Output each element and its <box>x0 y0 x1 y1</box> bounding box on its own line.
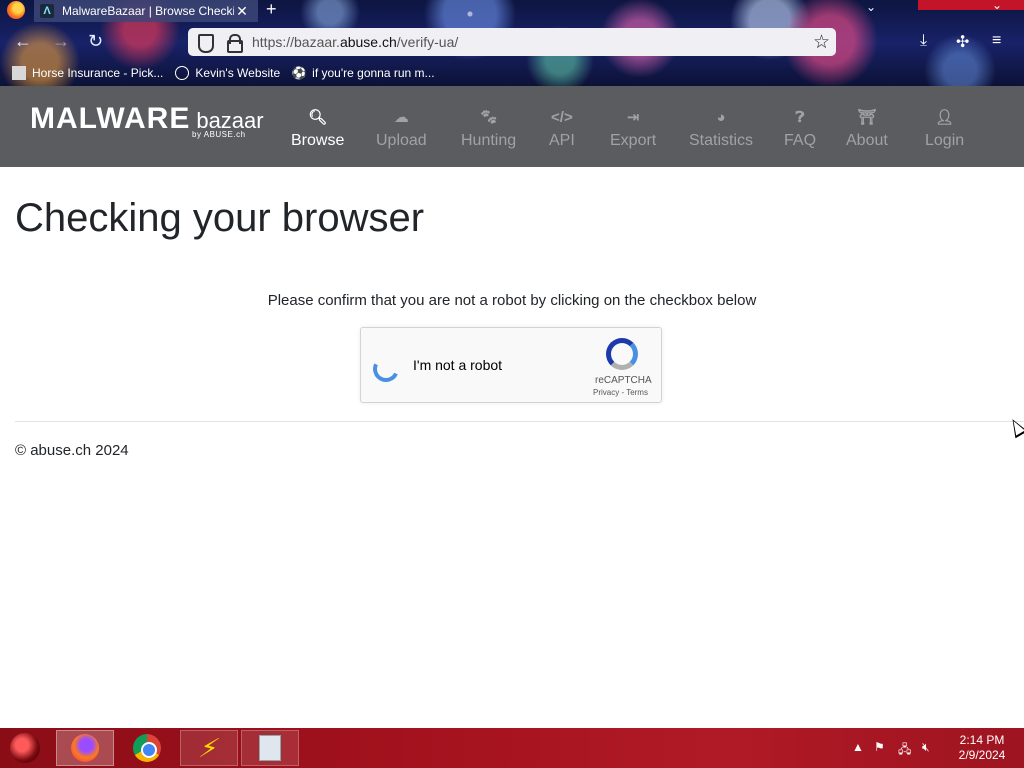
bookmark-if-youre-gonna-run[interactable]: ⚽ if you're gonna run m... <box>291 66 435 80</box>
taskbar-firefox[interactable] <box>56 730 114 766</box>
globe-icon <box>175 66 190 80</box>
soccer-icon: ⚽ <box>291 66 307 80</box>
browser-chrome: Λ MalwareBazaar | Browse Checki ✕ + ⌄ ⌄ … <box>0 0 1024 86</box>
pie-chart-icon: ◕ <box>716 108 726 126</box>
list-all-tabs-icon[interactable]: ⌄ <box>866 0 876 14</box>
hamburger-menu-icon[interactable]: ≡ <box>992 32 1001 50</box>
downloads-icon[interactable]: ⤓ <box>920 32 927 50</box>
page-title: Checking your browser <box>15 196 425 240</box>
taskbar-document-app[interactable] <box>241 730 299 766</box>
window-controls-strip <box>918 0 1024 10</box>
recaptcha-logo-icon <box>606 338 638 370</box>
recaptcha-brand: reCAPTCHA <box>595 375 652 386</box>
divider <box>15 421 1024 422</box>
recaptcha-privacy-terms-links[interactable]: Privacy - Terms <box>593 388 648 397</box>
nav-hunting[interactable]: 🐾︎ Hunting <box>461 106 516 150</box>
horse-icon <box>12 66 26 80</box>
footer-copyright: © abuse.ch 2024 <box>15 442 129 459</box>
question-icon: ❓︎ <box>795 108 805 126</box>
system-clock[interactable]: 2:14 PM 2/9/2024 <box>952 733 1012 763</box>
nav-browse[interactable]: 🔍︎ Browse <box>291 106 344 150</box>
captcha-label: I'm not a robot <box>413 357 503 373</box>
url-text[interactable]: https://bazaar.abuse.ch/verify-ua/ <box>252 34 458 50</box>
start-button[interactable] <box>10 733 40 763</box>
taskbar-chrome[interactable] <box>118 730 176 766</box>
back-button[interactable]: ← <box>14 31 32 51</box>
minimize-icon[interactable]: ⌄ <box>992 0 1002 12</box>
search-icon: 🔍︎ <box>308 109 328 126</box>
address-bar[interactable]: https://bazaar.abuse.ch/verify-ua/ ☆ <box>188 28 836 56</box>
nav-faq[interactable]: ❓︎ FAQ <box>784 106 816 150</box>
captcha-instructions: Please confirm that you are not a robot … <box>267 292 757 309</box>
chrome-icon <box>133 734 161 762</box>
bookmark-kevins-website[interactable]: Kevin's Website <box>175 66 280 80</box>
code-icon: </> <box>551 108 573 126</box>
hunting-icon: 🐾︎ <box>479 109 499 126</box>
mouse-cursor-icon <box>1006 415 1024 439</box>
malwarebazaar-favicon-icon: Λ <box>40 4 54 18</box>
windows-taskbar: ⚡︎ ▲ ⚑ 🖧︎ 🔇︎ 2:14 PM 2/9/2024 <box>0 728 1024 768</box>
forward-button[interactable]: → <box>52 31 70 51</box>
network-icon[interactable]: 🖧︎ <box>898 740 911 761</box>
firefox-icon <box>71 734 99 762</box>
bookmark-horse-insurance[interactable]: Horse Insurance - Pick... <box>12 66 163 80</box>
recaptcha-widget[interactable]: I'm not a robot reCAPTCHA Privacy - Term… <box>360 327 662 403</box>
show-hidden-icons-icon[interactable]: ▲ <box>852 740 864 754</box>
bookmarks-toolbar: Horse Insurance - Pick... Kevin's Websit… <box>0 62 435 84</box>
site-navbar: MALWARE bazaar by ABUSE.ch 🔍︎ Browse ☁ Up… <box>0 86 1024 167</box>
bookmark-star-icon[interactable]: ☆ <box>813 31 830 54</box>
close-tab-icon[interactable]: ✕ <box>234 3 250 20</box>
lightning-bolt-icon: ⚡︎ <box>195 732 223 763</box>
cloud-upload-icon: ☁ <box>393 109 409 126</box>
user-icon: 👤︎ <box>935 109 955 126</box>
nav-login[interactable]: 👤︎ Login <box>925 106 964 150</box>
tab-title: MalwareBazaar | Browse Checki <box>62 4 234 18</box>
taskbar-bolt-app[interactable]: ⚡︎ <box>180 730 238 766</box>
tracking-protection-shield-icon[interactable] <box>196 34 214 53</box>
export-icon: ⇥ <box>626 109 640 126</box>
browser-tab-active[interactable]: Λ MalwareBazaar | Browse Checki ✕ <box>34 0 258 22</box>
document-icon <box>259 735 281 761</box>
nav-api[interactable]: </> API <box>549 106 575 150</box>
nav-upload[interactable]: ☁ Upload <box>376 106 427 150</box>
extensions-icon[interactable]: ✣ <box>956 32 969 52</box>
reload-button[interactable]: ↻ <box>88 31 103 51</box>
action-center-flag-icon[interactable]: ⚑ <box>874 740 885 754</box>
nav-about[interactable]: ⛩︎ About <box>846 106 888 150</box>
new-tab-button[interactable]: + <box>266 0 277 18</box>
nav-export[interactable]: ⇥ Export <box>610 106 656 150</box>
logo-byline: by ABUSE.ch <box>192 130 246 139</box>
firefox-menu-icon[interactable] <box>7 1 25 19</box>
lock-icon[interactable] <box>226 34 243 53</box>
captcha-checkbox-spinner[interactable] <box>369 352 403 386</box>
nav-statistics[interactable]: ◕ Statistics <box>689 106 753 150</box>
volume-muted-icon[interactable]: 🔇︎ <box>922 740 930 755</box>
building-icon: ⛩︎ <box>857 109 877 126</box>
